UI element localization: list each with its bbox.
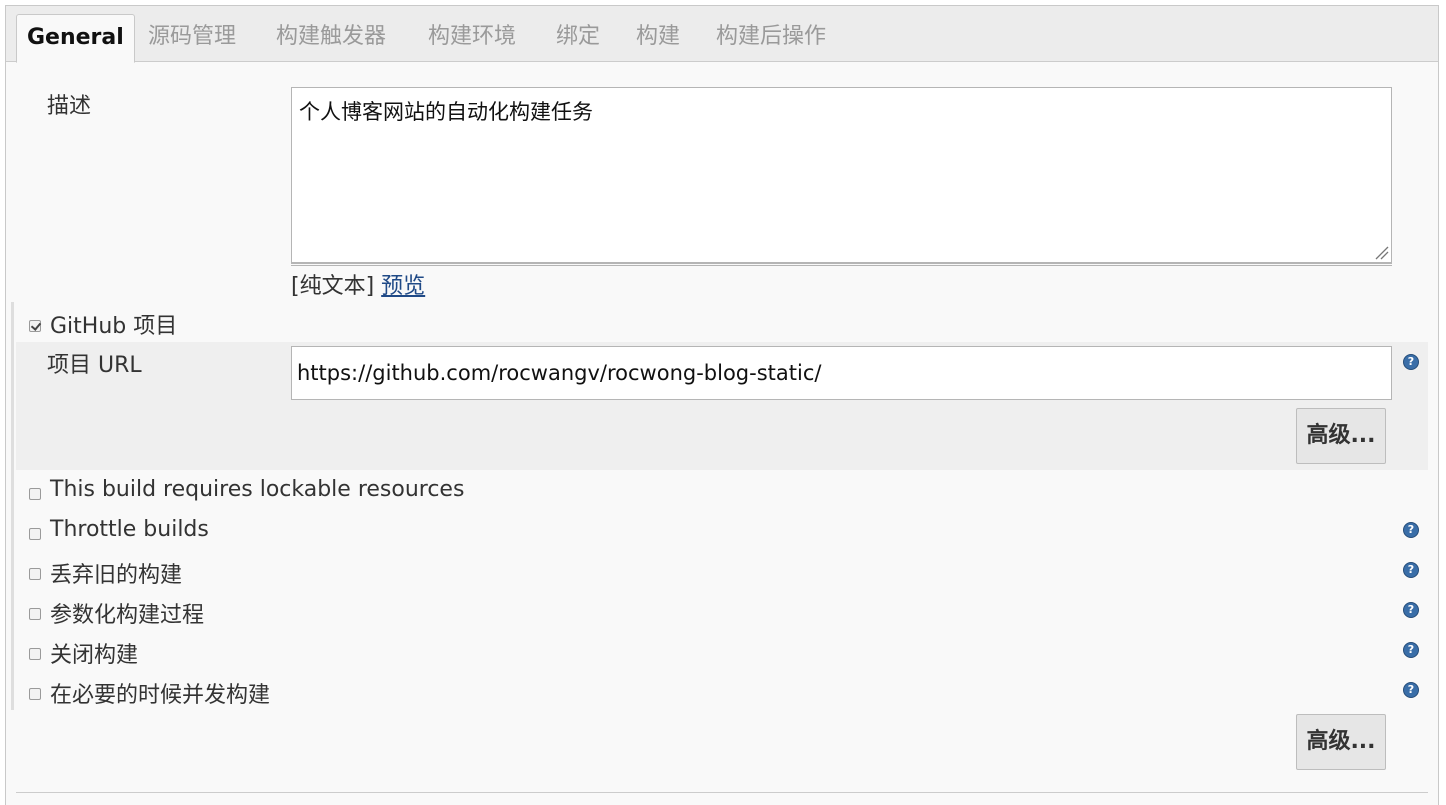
project-url-value: https://github.com/rocwangv/rocwong-blog… <box>297 361 822 385</box>
github-advanced-button[interactable]: 高级... <box>1296 408 1386 464</box>
project-url-label: 项目 URL <box>47 353 142 378</box>
description-textarea[interactable]: 个人博客网站的自动化构建任务 <box>291 87 1392 263</box>
concurrent-builds-label: 在必要的时候并发构建 <box>50 683 271 708</box>
tab-bar: General 源码管理 构建触发器 构建环境 绑定 构建 构建后操作 <box>6 6 1438 63</box>
general-advanced-button[interactable]: 高级... <box>1296 714 1386 770</box>
section-bottom-rule <box>16 792 1428 793</box>
plain-text-label: [纯文本] <box>291 274 375 299</box>
tab-bindings[interactable]: 绑定 <box>556 14 600 62</box>
discard-old-builds-help-icon[interactable]: ? <box>1403 562 1419 578</box>
github-project-checkbox[interactable] <box>29 320 41 332</box>
github-project-label: GitHub 项目 <box>50 314 178 339</box>
parameterized-build-checkbox[interactable] <box>29 608 41 620</box>
parameterized-build-label: 参数化构建过程 <box>50 603 205 628</box>
disable-build-label: 关闭构建 <box>50 643 139 668</box>
description-text: 个人博客网站的自动化构建任务 <box>299 100 593 124</box>
config-panel: General 源码管理 构建触发器 构建环境 绑定 构建 构建后操作 描述 个… <box>5 5 1439 805</box>
description-label: 描述 <box>47 94 92 119</box>
throttle-builds-help-icon[interactable]: ? <box>1403 522 1419 538</box>
tab-build[interactable]: 构建 <box>636 14 680 62</box>
tab-build-triggers[interactable]: 构建触发器 <box>276 14 386 62</box>
tab-source-management[interactable]: 源码管理 <box>148 14 236 62</box>
resize-grip-icon[interactable] <box>1373 244 1389 260</box>
discard-old-builds-checkbox[interactable] <box>29 568 41 580</box>
lockable-resources-label: This build requires lockable resources <box>50 477 465 502</box>
throttle-builds-checkbox[interactable] <box>29 528 41 540</box>
preview-link[interactable]: 预览 <box>381 274 425 299</box>
textarea-footer-rule <box>291 263 1392 266</box>
discard-old-builds-label: 丢弃旧的构建 <box>50 563 183 588</box>
tab-build-environment[interactable]: 构建环境 <box>428 14 516 62</box>
lockable-resources-checkbox[interactable] <box>29 488 41 500</box>
parameterized-build-help-icon[interactable]: ? <box>1403 602 1419 618</box>
tab-general[interactable]: General <box>16 14 135 63</box>
disable-build-checkbox[interactable] <box>29 648 41 660</box>
disable-build-help-icon[interactable]: ? <box>1403 642 1419 658</box>
concurrent-builds-help-icon[interactable]: ? <box>1403 682 1419 698</box>
tab-post-build-actions[interactable]: 构建后操作 <box>716 14 826 62</box>
description-format-line: [纯文本] 预览 <box>291 268 425 300</box>
project-url-input[interactable]: https://github.com/rocwangv/rocwong-blog… <box>291 346 1392 400</box>
section-indent-bar <box>11 302 14 710</box>
project-url-help-icon[interactable]: ? <box>1403 354 1419 370</box>
concurrent-builds-checkbox[interactable] <box>29 688 41 700</box>
throttle-builds-label: Throttle builds <box>50 517 209 542</box>
